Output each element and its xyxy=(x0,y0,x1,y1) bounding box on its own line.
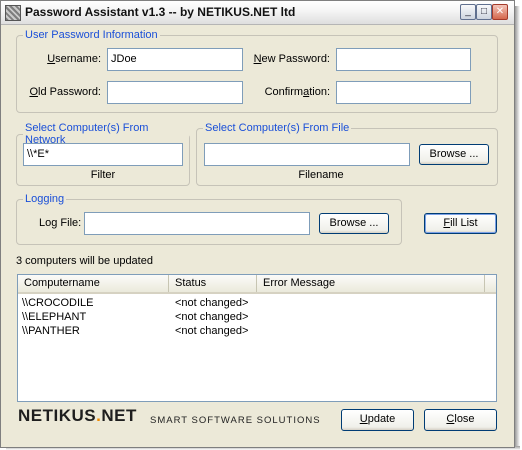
filename-label: Filename xyxy=(298,169,344,181)
table-row[interactable]: \\ELEPHANT <not changed> xyxy=(18,310,496,324)
app-icon[interactable] xyxy=(5,5,21,21)
column-computername[interactable]: Computername xyxy=(18,275,169,292)
window-shadow-right xyxy=(515,6,520,449)
old-password-input[interactable] xyxy=(107,81,243,104)
username-label-rest: sername: xyxy=(55,53,101,65)
brand-tld: NET xyxy=(101,406,137,425)
computer-list[interactable]: Computername Status Error Message \\CROC… xyxy=(17,274,497,402)
maximize-button[interactable]: □ xyxy=(476,4,492,20)
browse-file-button[interactable]: Browse ... xyxy=(419,144,489,165)
confirmation-input[interactable] xyxy=(336,81,471,104)
user-password-legend: User Password Information xyxy=(25,29,158,41)
table-row[interactable]: \\CROCODILE <not changed> xyxy=(18,296,496,310)
new-password-label: New Password: xyxy=(253,53,330,65)
table-row[interactable]: \\PANTHER <not changed> xyxy=(18,324,496,338)
update-button[interactable]: Update xyxy=(341,409,414,431)
cell-computername: \\CROCODILE xyxy=(22,297,94,309)
filter-input[interactable]: \\*E* xyxy=(23,143,183,166)
tagline: SMART SOFTWARE SOLUTIONS xyxy=(150,415,321,426)
confirmation-label: Confirmation: xyxy=(264,86,330,98)
old-password-label: Old Password: xyxy=(29,86,101,98)
brand-main: NETIKUS xyxy=(18,406,97,425)
browse-log-button[interactable]: Browse ... xyxy=(319,213,389,234)
filter-label: Filter xyxy=(90,169,116,181)
username-label: Username: xyxy=(47,53,101,65)
close-window-button[interactable]: ✕ xyxy=(492,4,508,20)
cell-status: <not changed> xyxy=(175,311,249,323)
title-bar[interactable]: Password Assistant v1.3 -- by NETIKUS.NE… xyxy=(1,1,514,25)
list-header: Computername Status Error Message xyxy=(18,275,496,294)
minimize-button[interactable]: _ xyxy=(460,4,476,20)
column-status[interactable]: Status xyxy=(169,275,257,292)
username-input[interactable]: JDoe xyxy=(107,48,243,71)
cell-status: <not changed> xyxy=(175,325,249,337)
fill-list-button[interactable]: Fill List xyxy=(424,213,497,234)
netikus-logo: NETIKUS.NET xyxy=(18,406,137,432)
cell-computername: \\PANTHER xyxy=(22,325,80,337)
window-title: Password Assistant v1.3 -- by NETIKUS.NE… xyxy=(25,5,296,19)
cell-status: <not changed> xyxy=(175,297,249,309)
password-assistant-window: Password Assistant v1.3 -- by NETIKUS.NE… xyxy=(0,0,515,448)
new-password-input[interactable] xyxy=(336,48,471,71)
file-legend: Select Computer(s) From File xyxy=(205,122,350,134)
close-button[interactable]: Close xyxy=(424,409,497,431)
status-text: 3 computers will be updated xyxy=(16,255,153,267)
logfile-input[interactable] xyxy=(84,212,310,235)
logfile-label: Log File: xyxy=(39,217,82,229)
column-error-message[interactable]: Error Message xyxy=(257,275,485,292)
cell-computername: \\ELEPHANT xyxy=(22,311,87,323)
filename-input[interactable] xyxy=(204,143,410,166)
logging-legend: Logging xyxy=(25,193,65,205)
